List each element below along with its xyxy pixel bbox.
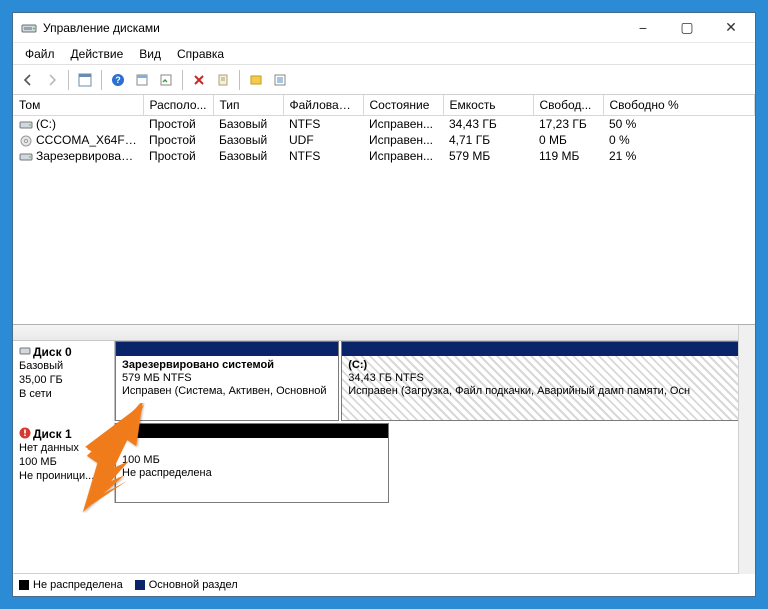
volume-icon [19, 135, 33, 147]
legend-swatch-unalloc [19, 580, 29, 590]
refresh-button[interactable] [155, 69, 177, 91]
table-row[interactable]: CCCOMA_X64FRE...ПростойБазовыйUDFИсправе… [13, 132, 755, 148]
window-title: Управление дисками [43, 21, 621, 35]
legend-swatch-primary [135, 580, 145, 590]
new-button[interactable] [245, 69, 267, 91]
disk-management-window: Управление дисками − ▢ ✕ Файл Действие В… [12, 12, 756, 597]
col-status[interactable]: Состояние [363, 95, 443, 116]
forward-button[interactable] [41, 69, 63, 91]
disk-pane-top-gutter [13, 325, 738, 341]
disk-graphical-view: Диск 0Базовый35,00 ГБВ сетиЗарезервирова… [13, 325, 738, 574]
toolbar: ? [13, 65, 755, 95]
svg-text:?: ? [115, 75, 121, 85]
disk-partition[interactable]: (C:)34,43 ГБ NTFSИсправен (Загрузка, Фай… [341, 341, 738, 421]
table-row[interactable]: (C:)ПростойБазовыйNTFSИсправен...34,43 Г… [13, 116, 755, 133]
close-button[interactable]: ✕ [709, 14, 753, 42]
table-header-row: Том Располо... Тип Файловая с... Состоян… [13, 95, 755, 116]
maximize-button[interactable]: ▢ [665, 14, 709, 42]
volume-table: Том Располо... Тип Файловая с... Состоян… [13, 95, 755, 325]
volume-icon [19, 119, 33, 131]
properties-button[interactable] [131, 69, 153, 91]
show-hide-tree-button[interactable] [74, 69, 96, 91]
volume-icon [19, 151, 33, 163]
col-free[interactable]: Свобод... [533, 95, 603, 116]
legend-unallocated: Не распределена [19, 579, 123, 591]
disk-info: Диск 0Базовый35,00 ГБВ сети [13, 341, 115, 421]
disk-partition[interactable]: Зарезервировано системой579 МБ NTFSИспра… [115, 341, 339, 421]
menu-view[interactable]: Вид [131, 45, 169, 63]
settings-button[interactable] [212, 69, 234, 91]
table-row[interactable]: Зарезервировано...ПростойБазовыйNTFSИспр… [13, 148, 755, 164]
col-capacity[interactable]: Емкость [443, 95, 533, 116]
legend: Не распределена Основной раздел [13, 574, 755, 596]
menu-action[interactable]: Действие [63, 45, 132, 63]
titlebar: Управление дисками − ▢ ✕ [13, 13, 755, 43]
delete-button[interactable] [188, 69, 210, 91]
back-button[interactable] [17, 69, 39, 91]
app-icon [21, 20, 37, 36]
vertical-scrollbar[interactable] [738, 325, 755, 574]
disk-row[interactable]: Диск 0Базовый35,00 ГБВ сетиЗарезервирова… [13, 341, 738, 423]
minimize-button[interactable]: − [621, 14, 665, 42]
menubar: Файл Действие Вид Справка [13, 43, 755, 65]
disk-partitions: 100 МБНе распределена [115, 423, 738, 503]
disk-partitions: Зарезервировано системой579 МБ NTFSИспра… [115, 341, 738, 421]
legend-primary: Основной раздел [135, 579, 238, 591]
col-fs[interactable]: Файловая с... [283, 95, 363, 116]
content-area: Том Располо... Тип Файловая с... Состоян… [13, 95, 755, 596]
list-button[interactable] [269, 69, 291, 91]
col-volume[interactable]: Том [13, 95, 143, 116]
menu-file[interactable]: Файл [17, 45, 63, 63]
disk-row[interactable]: Диск 1Нет данных100 МБНе проиници... 100… [13, 423, 738, 505]
disk-info: Диск 1Нет данных100 МБНе проиници... [13, 423, 115, 503]
help-button[interactable]: ? [107, 69, 129, 91]
col-location[interactable]: Располо... [143, 95, 213, 116]
col-freepct[interactable]: Свободно % [603, 95, 755, 116]
col-type[interactable]: Тип [213, 95, 283, 116]
menu-help[interactable]: Справка [169, 45, 232, 63]
disk-partition[interactable]: 100 МБНе распределена [115, 423, 389, 503]
